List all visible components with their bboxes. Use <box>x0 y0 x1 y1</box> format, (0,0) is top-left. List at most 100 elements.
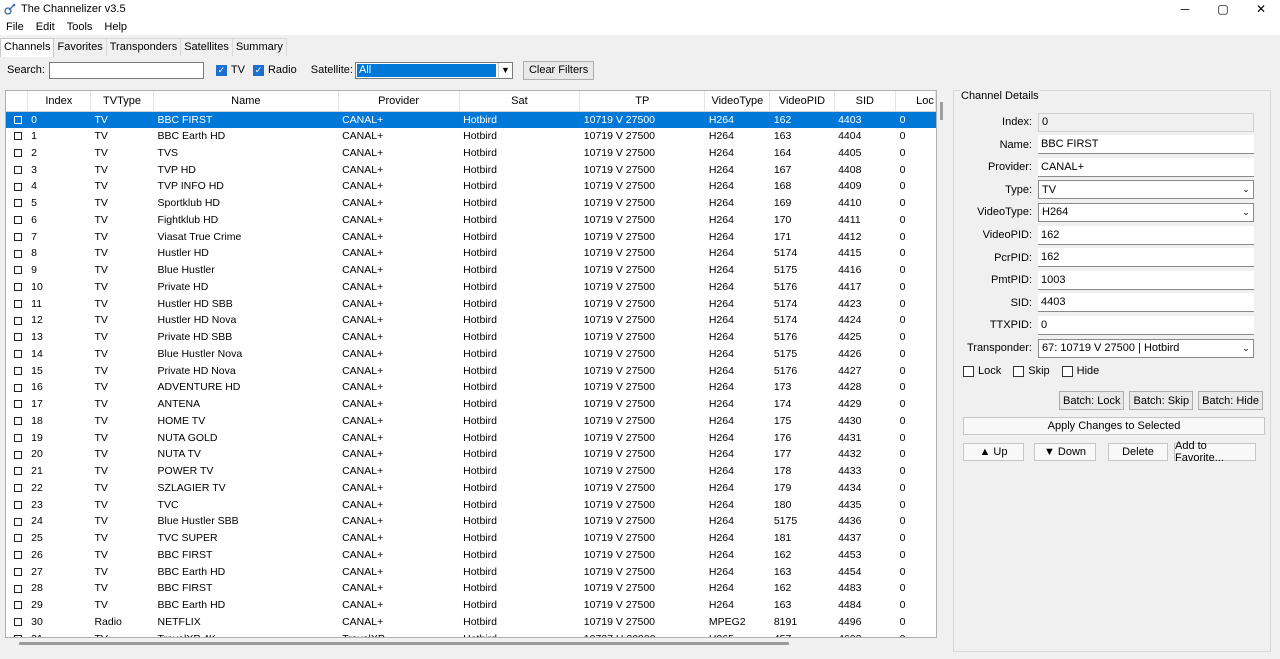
table-row[interactable]: 13 TV Private HD SBB CANAL+ Hotbird 10719 V 2… <box>6 329 936 346</box>
row-checkbox[interactable] <box>6 128 27 145</box>
row-checkbox[interactable] <box>6 346 27 363</box>
move-up-button[interactable]: ▲ Up <box>963 443 1024 461</box>
field-select[interactable]: TV ⌄ <box>1038 180 1254 200</box>
lock-checkbox[interactable] <box>963 365 974 377</box>
table-row[interactable]: 1 TV BBC Earth HD CANAL+ Hotbird 10719 V 2750… <box>6 128 936 145</box>
table-row[interactable]: 17 TV ANTENA CANAL+ Hotbird 10719 V 27500 H264… <box>6 396 936 413</box>
row-checkbox[interactable] <box>6 597 27 614</box>
table-row[interactable]: 30 Radio NETFLIX CANAL+ Hotbird 10719 V 27500… <box>6 614 936 631</box>
satellite-select[interactable]: All ▼ <box>354 61 513 79</box>
table-row[interactable]: 25 TV TVC SUPER CANAL+ Hotbird 10719 V 27500 H… <box>6 530 936 547</box>
row-checkbox[interactable] <box>6 580 27 597</box>
row-checkbox[interactable] <box>6 379 27 396</box>
table-row[interactable]: 15 TV Private HD Nova CANAL+ Hotbird 10719 V … <box>6 362 936 379</box>
tab-summary[interactable]: Summary <box>231 38 287 56</box>
table-row[interactable]: 4 TV TVP INFO HD CANAL+ Hotbird 10719 V 27500… <box>6 178 936 195</box>
table-row[interactable]: 31TVTravelXP 4KTravelXPHotbird10727 H 30… <box>6 630 936 637</box>
table-row[interactable]: 24 TV Blue Hustler SBB CANAL+ Hotbird 10719 V… <box>6 513 936 530</box>
table-row[interactable]: 5 TV Sportklub HD CANAL+ Hotbird 10719 V 2750… <box>6 195 936 212</box>
field-input[interactable]: 162 <box>1038 248 1254 268</box>
col-header-name[interactable]: Name <box>153 91 339 112</box>
row-checkbox[interactable] <box>6 178 27 195</box>
field-input[interactable]: 0 <box>1038 315 1254 335</box>
tab-satellites[interactable]: Satellites <box>180 38 233 56</box>
row-checkbox[interactable] <box>6 396 27 413</box>
row-checkbox[interactable] <box>6 463 27 480</box>
apply-changes-button[interactable]: Apply Changes to Selected <box>963 417 1265 435</box>
row-checkbox[interactable] <box>6 111 28 128</box>
row-checkbox[interactable] <box>6 161 27 178</box>
close-button[interactable]: ✕ <box>1242 0 1280 18</box>
skip-checkbox[interactable] <box>1013 365 1025 377</box>
row-checkbox[interactable] <box>6 329 27 346</box>
col-header-videopid[interactable]: VideoPID <box>769 91 835 112</box>
maximize-button[interactable]: ▢ <box>1204 0 1242 18</box>
row-checkbox[interactable] <box>6 413 27 430</box>
row-checkbox[interactable] <box>6 228 27 245</box>
col-header-index[interactable]: Index <box>27 91 91 112</box>
table-row[interactable]: 18 TV HOME TV CANAL+ Hotbird 10719 V 27500 H26… <box>6 413 936 430</box>
col-header-videotype[interactable]: VideoType <box>704 91 771 112</box>
table-row[interactable]: 23 TV TVC CANAL+ Hotbird 10719 V 27500 H264 180… <box>6 496 936 513</box>
table-row[interactable]: 11 TV Hustler HD SBB CANAL+ Hotbird 10719 V 2… <box>6 295 936 312</box>
row-checkbox[interactable] <box>6 547 27 564</box>
col-header-tp[interactable]: TP <box>579 91 706 112</box>
table-row[interactable]: 8 TV Hustler HD CANAL+ Hotbird 10719 V 27500 H… <box>6 245 936 262</box>
col-header-provider[interactable]: Provider <box>338 91 460 112</box>
table-row[interactable]: 10 TV Private HD CANAL+ Hotbird 10719 V 27500… <box>6 279 936 296</box>
table-row[interactable]: 22 TV SZLAGIER TV CANAL+ Hotbird 10719 V 2750… <box>6 480 936 497</box>
add-to-favorite-button[interactable]: Add to Favorite... <box>1174 440 1256 464</box>
row-checkbox[interactable] <box>6 145 27 162</box>
batch-lock-button[interactable]: Batch: Lock <box>1059 391 1125 410</box>
menu-help[interactable]: Help <box>98 21 133 33</box>
move-down-button[interactable]: ▼ Down <box>1034 443 1096 461</box>
table-row[interactable]: 7 TV Viasat True Crime CANAL+ Hotbird 10719 V… <box>6 228 936 245</box>
menu-file[interactable]: File <box>0 21 30 33</box>
row-checkbox[interactable] <box>6 429 27 446</box>
batch-hide-button[interactable]: Batch: Hide <box>1198 391 1263 410</box>
col-header-sid[interactable]: SID <box>834 91 897 112</box>
row-checkbox[interactable] <box>6 195 27 212</box>
menu-edit[interactable]: Edit <box>30 21 61 33</box>
field-input[interactable]: BBC FIRST <box>1038 135 1254 155</box>
row-checkbox[interactable] <box>6 262 27 279</box>
row-checkbox[interactable] <box>6 530 27 547</box>
radio-filter-checkbox[interactable]: ✓ <box>252 64 264 76</box>
row-checkbox[interactable] <box>6 480 27 497</box>
menu-tools[interactable]: Tools <box>61 21 99 33</box>
field-select[interactable]: 67: 10719 V 27500 | Hotbird ⌄ <box>1038 338 1254 358</box>
tv-filter-checkbox[interactable]: ✓ <box>215 64 227 76</box>
row-checkbox[interactable] <box>6 513 27 530</box>
table-horizontal-scrollbar[interactable] <box>19 642 789 645</box>
minimize-button[interactable]: ─ <box>1166 0 1204 18</box>
row-checkbox[interactable] <box>6 362 27 379</box>
field-input[interactable]: 4403 <box>1038 293 1254 313</box>
table-vertical-scrollbar[interactable] <box>940 102 943 120</box>
table-row[interactable]: 9 TV Blue Hustler CANAL+ Hotbird 10719 V 2750… <box>6 262 936 279</box>
row-checkbox[interactable] <box>6 312 27 329</box>
row-checkbox[interactable] <box>6 496 27 513</box>
row-checkbox[interactable] <box>6 563 27 580</box>
table-row[interactable]: 20 TV NUTA TV CANAL+ Hotbird 10719 V 27500 H26… <box>6 446 936 463</box>
hide-checkbox[interactable] <box>1061 365 1073 377</box>
table-row[interactable]: 21 TV POWER TV CANAL+ Hotbird 10719 V 27500 H2… <box>6 463 936 480</box>
table-row[interactable]: 28 TV BBC FIRST CANAL+ Hotbird 10719 V 27500 H… <box>6 580 936 597</box>
table-row[interactable]: 16 TV ADVENTURE HD CANAL+ Hotbird 10719 V 275… <box>6 379 936 396</box>
batch-skip-button[interactable]: Batch: Skip <box>1129 391 1194 410</box>
table-row[interactable]: 26 TV BBC FIRST CANAL+ Hotbird 10719 V 27500 H… <box>6 547 936 564</box>
col-header-tvtype[interactable]: TVType <box>90 91 155 112</box>
tab-favorites[interactable]: Favorites <box>53 38 107 56</box>
delete-button[interactable]: Delete <box>1108 443 1168 461</box>
clear-filters-button[interactable]: Clear Filters <box>522 60 595 80</box>
table-row[interactable]: 2 TV TVS CANAL+ Hotbird 10719 V 27500 H264 164 4… <box>6 145 936 162</box>
row-checkbox[interactable] <box>6 446 27 463</box>
table-row[interactable]: 0 TV BBC FIRST CANAL+ Hotbird 10719 V 27500 H2… <box>6 111 936 128</box>
table-row[interactable]: 14 TV Blue Hustler Nova CANAL+ Hotbird 10719 … <box>6 346 936 363</box>
field-input[interactable]: CANAL+ <box>1038 157 1254 177</box>
col-header-check[interactable] <box>6 91 28 112</box>
col-header-sat[interactable]: Sat <box>459 91 581 112</box>
col-header-loc[interactable]: Loc <box>895 91 936 112</box>
field-input[interactable]: 162 <box>1038 225 1254 245</box>
channel-table[interactable]: Index TVType Name Provider Sat TP VideoT… <box>5 90 937 638</box>
tab-channels[interactable]: Channels <box>0 38 55 57</box>
